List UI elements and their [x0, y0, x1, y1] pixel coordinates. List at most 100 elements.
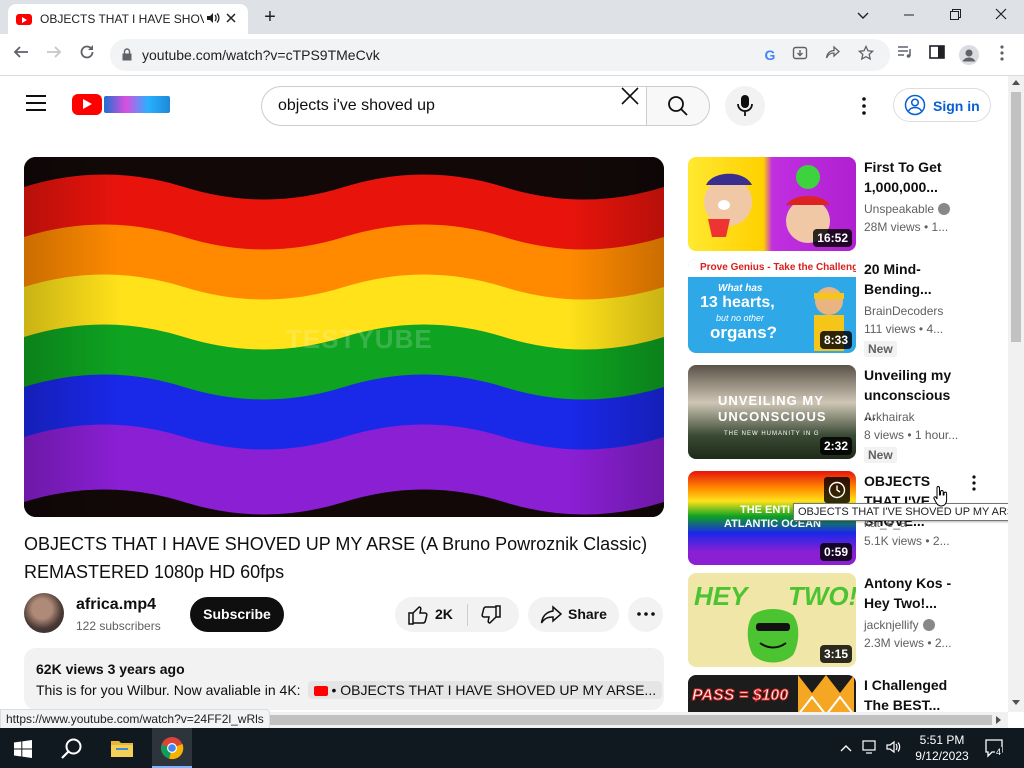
video-title[interactable]: First To Get 1,000,000...: [864, 157, 964, 197]
search-box[interactable]: objects i've shoved up: [261, 86, 647, 126]
sign-in-label: Sign in: [933, 98, 980, 114]
chrome-taskbar-button[interactable]: [152, 728, 192, 768]
video-title[interactable]: Antony Kos - Hey Two!...: [864, 573, 964, 613]
search-icon: [668, 96, 688, 116]
taskbar-clock[interactable]: 5:51 PM 9/12/2023: [912, 732, 972, 764]
like-button[interactable]: 2K: [395, 597, 467, 632]
google-lens-icon[interactable]: G: [760, 45, 780, 65]
clear-search-icon[interactable]: [620, 87, 640, 116]
side-panel-icon[interactable]: [927, 45, 947, 65]
channel-name[interactable]: BrainDecoders: [864, 304, 943, 318]
video-thumbnail[interactable]: 16:52: [688, 157, 856, 251]
reload-icon[interactable]: [75, 43, 99, 67]
youtube-doodle-logo[interactable]: [104, 96, 170, 113]
channel-avatar[interactable]: [24, 593, 64, 633]
video-thumbnail[interactable]: HEY TWO! 3:15: [688, 573, 856, 667]
settings-more-icon[interactable]: [852, 94, 876, 118]
volume-icon[interactable]: [886, 740, 902, 757]
sign-in-button[interactable]: Sign in: [893, 88, 991, 122]
search-input[interactable]: objects i've shoved up: [278, 97, 435, 115]
scroll-right-arrow-icon[interactable]: [996, 716, 1001, 724]
file-explorer-icon[interactable]: [110, 738, 134, 758]
lock-icon[interactable]: [122, 48, 132, 61]
menu-hamburger-icon[interactable]: [26, 95, 46, 111]
channel-name[interactable]: africa.mp4: [76, 596, 156, 614]
close-tab-icon[interactable]: [222, 12, 240, 26]
video-title: OBJECTS THAT I HAVE SHOVED UP MY ARSE (A…: [24, 534, 648, 582]
share-page-icon[interactable]: [823, 45, 843, 65]
video-description[interactable]: 62K views 3 years ago This is for you Wi…: [24, 648, 664, 710]
description-text: This is for you Wilbur. Now avaliable in…: [36, 681, 663, 699]
vertical-scrollbar[interactable]: [1008, 76, 1024, 712]
search-button[interactable]: [646, 86, 710, 126]
clock-date: 9/12/2023: [915, 749, 969, 763]
view-count: 2.3M views • 2...: [864, 636, 952, 650]
vertical-scroll-thumb[interactable]: [1011, 92, 1021, 342]
channel-name-text: Unspeakable: [864, 202, 935, 216]
subscriber-count: 122 subscribers: [76, 619, 161, 633]
new-badge: New: [864, 447, 897, 463]
voice-search-button[interactable]: [725, 86, 765, 126]
video-player[interactable]: TESTYUBE: [24, 157, 664, 517]
more-options-icon[interactable]: [972, 475, 980, 493]
more-actions-button[interactable]: [628, 597, 663, 632]
youtube-small-icon: [314, 686, 329, 697]
new-tab-button[interactable]: +: [258, 5, 282, 29]
network-icon[interactable]: [862, 740, 878, 757]
address-bar[interactable]: youtube.com/watch?v=cTPS9TMeCvk G: [110, 39, 890, 71]
new-badge: New: [864, 341, 897, 357]
close-window-button[interactable]: [978, 0, 1024, 30]
video-title[interactable]: I Challenged The BEST...: [864, 675, 964, 712]
thumbnail-banner-text: Prove Genius - Take the Challenge!: [700, 262, 856, 273]
recommended-video[interactable]: HEY TWO! 3:15 Antony Kos - Hey Two!... j…: [688, 573, 1000, 669]
video-thumbnail[interactable]: UNVEILING MY UNCONSCIOUS THE NEW HUMANIT…: [688, 365, 856, 459]
tab-title: OBJECTS THAT I HAVE SHOV: [40, 12, 204, 26]
scroll-up-arrow-icon[interactable]: [1012, 80, 1020, 85]
channel-name[interactable]: Unspeakable: [864, 202, 951, 216]
dislike-button[interactable]: [468, 597, 519, 632]
audio-playing-icon[interactable]: [204, 12, 222, 27]
recommended-video[interactable]: Prove Genius - Take the Challenge! What …: [688, 259, 1000, 357]
account-circle-icon: [904, 94, 926, 116]
media-control-icon[interactable]: [895, 45, 915, 65]
recommended-video[interactable]: PASS = $100 I Challenged The BEST...: [688, 675, 1000, 712]
view-count: 28M views • 1...: [864, 220, 949, 234]
view-count: 5.1K views • 2...: [864, 534, 950, 548]
youtube-logo-icon[interactable]: [72, 94, 102, 115]
install-app-icon[interactable]: [790, 45, 810, 65]
recommended-video[interactable]: 16:52 First To Get 1,000,000... Unspeaka…: [688, 157, 1000, 253]
watch-later-icon[interactable]: [824, 477, 850, 503]
video-watermark: TESTYUBE: [286, 324, 433, 354]
minimize-button[interactable]: [886, 0, 932, 30]
show-hidden-icons-chevron-icon[interactable]: [840, 740, 852, 755]
profile-avatar-icon[interactable]: [959, 45, 979, 65]
thumbnail-line-2: UNCONSCIOUS: [718, 409, 827, 424]
forward-arrow-icon[interactable]: [42, 43, 66, 67]
thumbs-down-icon: [481, 605, 501, 624]
thumbnail-line-3: but no other: [716, 313, 765, 323]
channel-name[interactable]: jacknjellify: [864, 618, 935, 632]
bookmark-star-icon[interactable]: [856, 44, 876, 65]
channel-name[interactable]: Arkhairak: [864, 410, 915, 424]
notifications-icon[interactable]: 4: [984, 738, 1004, 758]
share-button[interactable]: Share: [528, 597, 619, 632]
browser-tab[interactable]: OBJECTS THAT I HAVE SHOV: [8, 4, 248, 34]
video-title[interactable]: 20 Mind-Bending...: [864, 259, 964, 299]
like-dislike-group: 2K: [395, 597, 519, 632]
thumbnail-line-1: THE ENTI: [740, 504, 791, 516]
description-video-link[interactable]: • OBJECTS THAT I HAVE SHOVED UP MY ARSE.…: [308, 681, 663, 699]
status-bar-url: https://www.youtube.com/watch?v=24FF2l_w…: [0, 709, 270, 729]
search-icon[interactable]: [60, 737, 84, 761]
thumbnail-line-4: organs?: [710, 323, 778, 342]
video-thumbnail[interactable]: Prove Genius - Take the Challenge! What …: [688, 259, 856, 353]
video-thumbnail[interactable]: PASS = $100: [688, 675, 856, 712]
subscribe-button[interactable]: Subscribe: [190, 597, 284, 632]
chrome-menu-icon[interactable]: [992, 45, 1012, 65]
restore-button[interactable]: [932, 0, 978, 30]
recommended-video[interactable]: UNVEILING MY UNCONSCIOUS THE NEW HUMANIT…: [688, 365, 1000, 463]
scroll-down-arrow-icon[interactable]: [1012, 700, 1020, 705]
windows-start-icon[interactable]: [14, 740, 32, 758]
url-text[interactable]: youtube.com/watch?v=cTPS9TMeCvk: [142, 47, 380, 63]
back-arrow-icon[interactable]: [9, 43, 33, 67]
tab-search-icon[interactable]: [840, 0, 886, 30]
